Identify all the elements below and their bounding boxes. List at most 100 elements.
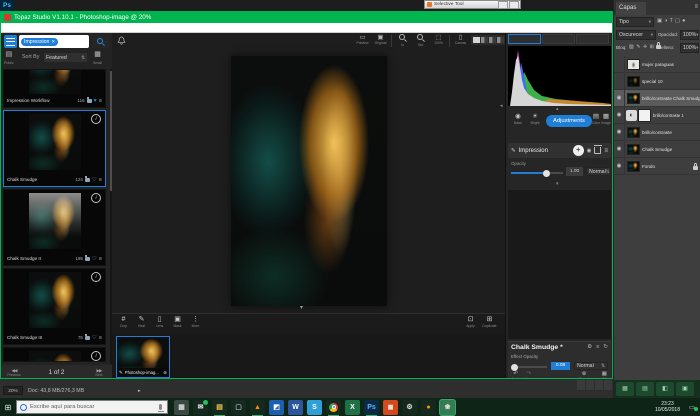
thumbnail-size-button[interactable]: ▦Small [93,51,102,67]
slider-knob[interactable] [511,364,518,371]
layer-thumbnail[interactable] [627,93,640,104]
panel-menu-icon[interactable]: ≡ [694,4,698,10]
taskbar-app-icon[interactable]: ▢ [231,400,246,415]
chip-remove-icon[interactable]: ✕ [51,39,55,45]
next-page-button[interactable]: ▶▶Next [86,368,112,377]
thumbs-up-icon[interactable] [85,257,90,261]
preset-menu-icon[interactable]: ≡ [99,256,102,262]
delete-trash-icon[interactable] [594,147,601,154]
edit-tool-button[interactable]: ▯ Lens [152,316,167,328]
layer-name[interactable]: brillo/contraste 1 [653,113,700,118]
layer-thumbnail[interactable] [627,127,640,138]
side-by-side-view-toggle[interactable] [489,37,496,43]
preset-card[interactable]: i ≡ [3,347,106,362]
sort-select[interactable]: Featured⇅ [43,52,88,63]
layer-name[interactable]: brillo/contraste Chalk Smudge II [642,96,700,101]
share-gear-icon[interactable]: ⚙ [587,344,592,350]
layer-name[interactable]: Fondo [642,164,693,169]
thumbs-up-icon[interactable] [85,336,90,340]
original-button[interactable]: ▣Original [373,34,388,45]
layer-visibility-toggle[interactable]: ◉ [614,124,625,140]
effects-search-input[interactable]: Impression✕ [19,35,89,48]
edit-tool-button[interactable]: ▣ Mask [170,316,185,328]
impression-blend-select[interactable]: Normal⇅ [586,167,611,176]
dock-tile-icon[interactable]: ◧ [656,382,674,396]
taskbar-app-icon[interactable] [326,400,341,415]
collapse-bottom-chevron-icon[interactable]: ▾ [300,304,303,311]
taskbar-search-input[interactable]: Escribe aquí para buscar [16,400,168,414]
layer-row[interactable]: ◉ ◐ brillo/contraste [614,124,700,141]
layer-row[interactable]: ◉ ◐ special 10 [614,73,700,90]
layer-visibility-toggle[interactable]: ◉ [614,56,625,72]
panel-collapse-arrow-icon[interactable]: ◂ [500,103,503,109]
collapse-adjustment-chevron-icon[interactable]: ▾ [556,181,559,187]
preset-card[interactable]: i Chalk Smudge 124 ≡ [3,110,106,187]
layer-row[interactable]: ◉ ◐ Fondo [614,158,700,175]
previous-page-button[interactable]: ◀◀Previous [1,368,27,377]
layer-visibility-toggle[interactable]: ◉ [614,90,625,106]
taskbar-app-icon[interactable]: ⚙ [402,400,417,415]
layer-thumbnail[interactable] [627,161,640,172]
preview-button[interactable]: ▭Preview [355,34,370,45]
public-filter-button[interactable]: ▤Public [4,51,14,67]
split-view-toggle[interactable] [481,37,488,43]
basic-adjustments-button[interactable]: ◉Basic [510,113,526,125]
filter-shape-icon[interactable]: ▢ [675,18,680,24]
notification-center-icon[interactable]: ▭ [684,404,700,411]
taskbar-clock[interactable]: 23:23 10/05/2018 [655,401,680,414]
single-view-toggle[interactable] [473,37,480,43]
filter-smart-icon[interactable]: ● [682,18,685,24]
taskbar-app-icon[interactable]: ✉ [193,400,208,415]
layer-row[interactable]: ◉ ◐ brillo/contraste 1 [614,107,700,124]
layer-row[interactable]: ◉ ◐ Chalk Smudge [614,141,700,158]
blend-mode-select[interactable]: Oscurecer▾ [616,30,656,40]
search-filter-chip[interactable]: Impression✕ [21,38,58,46]
lock-artboard-icon[interactable]: ⊞ [650,44,654,50]
layer-mask-thumbnail[interactable] [638,109,651,122]
edited-image-preview[interactable] [231,56,387,306]
color-button[interactable]: ▤Color [591,113,601,125]
opacity-value-select[interactable]: 100%▾ [680,30,699,40]
preset-card[interactable]: i Impression Workflow 116 ≡ [3,69,106,108]
start-button[interactable]: ⊞ [0,403,16,412]
dock-tile-icon[interactable]: ▤ [636,382,654,396]
info-icon[interactable]: i [91,351,101,361]
layer-thumbnail[interactable] [627,144,640,155]
histogram-tab[interactable] [576,34,609,44]
image-button[interactable]: ▦Image [601,113,611,125]
info-icon[interactable]: i [91,193,101,203]
selective-tool-window[interactable]: Selective Tool [424,0,521,9]
effect-opacity-slider[interactable] [511,366,547,368]
layer-thumbnail[interactable] [627,59,640,70]
layer-row[interactable]: ◉ ◐ brillo/contraste Chalk Smudge II [614,90,700,107]
layer-visibility-toggle[interactable]: ◉ [614,158,625,174]
topaz-titlebar[interactable]: Topaz Studio V1.10.1 - Photoshop-image @… [0,11,613,23]
taskbar-app-icon[interactable]: W [288,400,303,415]
effect-opacity-value[interactable]: 0.08 [551,362,570,370]
plugin-footer-button[interactable] [604,380,612,390]
layer-visibility-toggle[interactable]: ◉ [614,73,625,89]
layer-thumbnail[interactable] [627,76,640,87]
info-icon[interactable]: i [91,114,101,124]
document-zoom-level[interactable]: 20% [3,386,23,395]
taskbar-app-icon[interactable]: ▲ [250,400,265,415]
info-icon[interactable]: i [91,272,101,282]
adjustment-menu-icon[interactable]: ≡ [604,148,608,154]
plugin-footer-button[interactable] [595,380,603,390]
preset-menu-icon[interactable]: ≡ [99,335,102,341]
fill-value-select[interactable]: 100%▾ [680,43,699,53]
preset-menu-icon[interactable]: ≡ [99,98,102,104]
favorite-heart-icon[interactable] [92,335,97,341]
effect-blend-select[interactable]: Normal⇅ [574,362,608,370]
preset-card[interactable]: i Chalk Smudge III 76 ≡ [3,268,106,345]
reset-icon[interactable]: ↻ [603,344,608,350]
taskbar-app-icon[interactable]: ● [421,400,436,415]
add-adjustment-icon[interactable]: + [573,145,584,156]
impression-adjustment-header[interactable]: ✎ Impression + ◉ ≡ [508,143,611,158]
edit-tool-button[interactable]: # Crop [116,316,131,328]
preset-card[interactable]: i Chalk Smudge II 185 ≡ [3,189,106,266]
filter-pixel-icon[interactable]: ▣ [657,18,662,24]
strip-action-button[interactable]: ⊡ Apply [463,316,478,328]
notifications-bell-icon[interactable] [117,36,126,45]
taskbar-app-icon[interactable]: S [307,400,322,415]
